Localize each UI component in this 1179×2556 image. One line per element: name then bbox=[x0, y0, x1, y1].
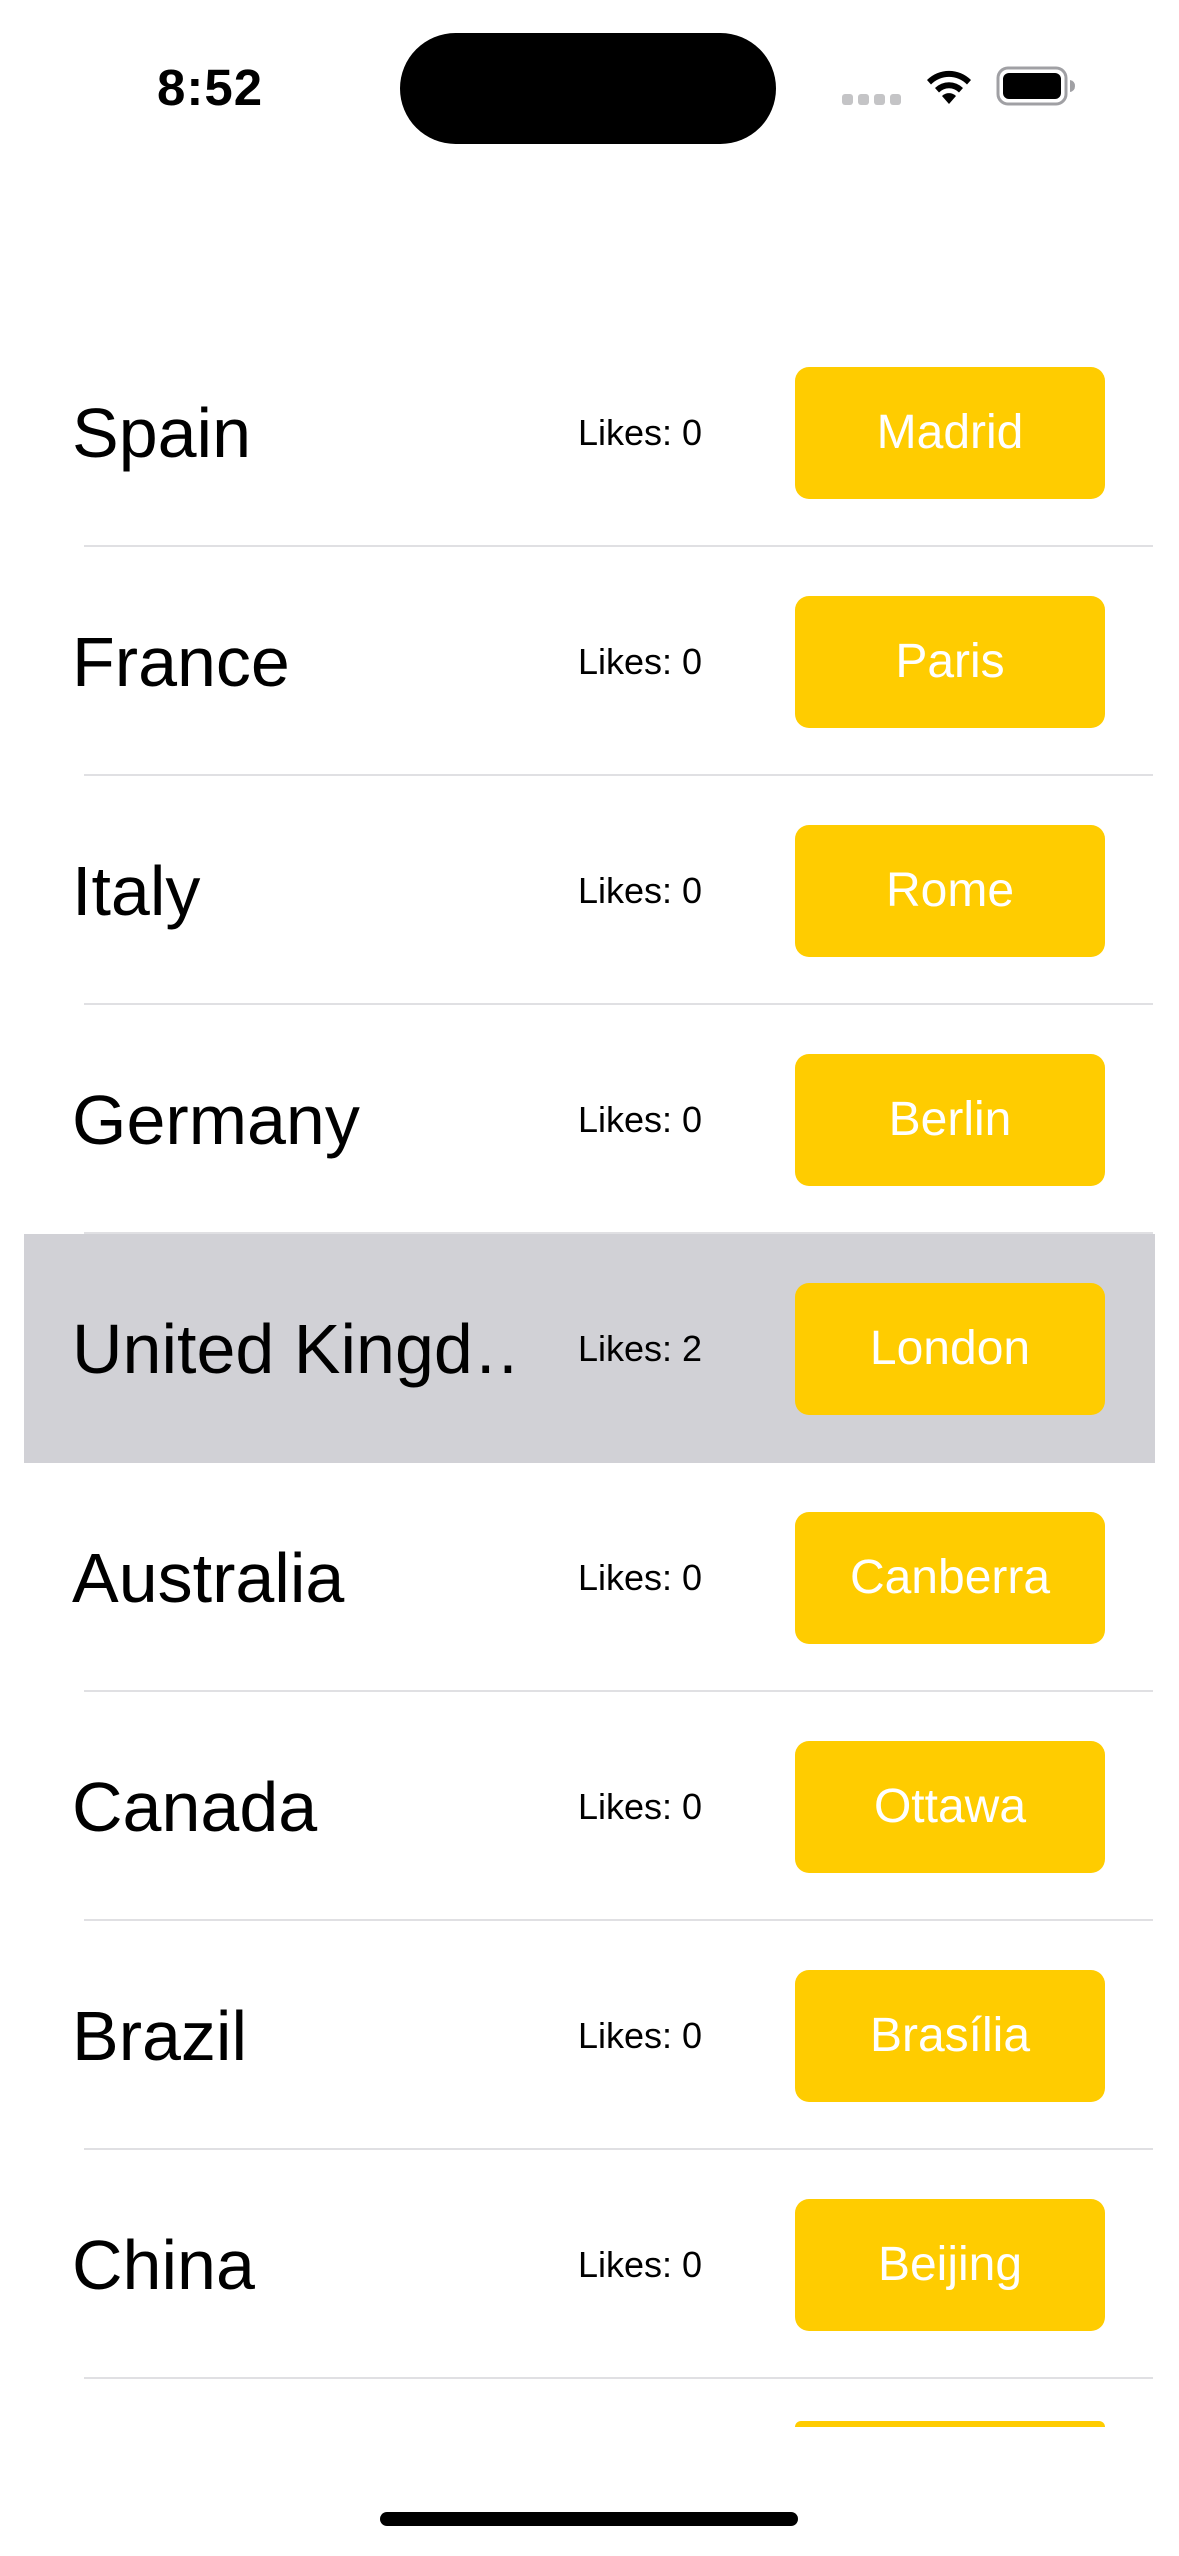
likes-count: Likes: 2 bbox=[578, 1327, 703, 1369]
likes-count: Likes: 0 bbox=[578, 640, 703, 682]
table-row[interactable]: Canada Likes: 0 Ottawa bbox=[0, 1692, 1179, 1921]
table-row[interactable]: Spain Likes: 0 Madrid bbox=[0, 318, 1179, 547]
country-name: Brazil bbox=[72, 1996, 248, 2075]
country-name: Canada bbox=[72, 1767, 318, 1846]
capital-button[interactable]: Beijing bbox=[795, 2198, 1105, 2331]
status-time: 8:52 bbox=[157, 59, 264, 116]
cellular-signal-icon bbox=[842, 94, 901, 105]
capital-button[interactable]: Ottawa bbox=[795, 1740, 1105, 1873]
likes-count: Likes: 0 bbox=[578, 1785, 703, 1827]
likes-count: Likes: 0 bbox=[578, 869, 703, 911]
wifi-icon bbox=[927, 70, 971, 104]
country-name: United Kingd… bbox=[72, 1309, 522, 1388]
likes-count: Likes: 0 bbox=[578, 411, 703, 453]
country-name: Germany bbox=[72, 1080, 360, 1159]
table-row[interactable]: Germany Likes: 0 Berlin bbox=[0, 1005, 1179, 1234]
capital-button[interactable]: Madrid bbox=[795, 366, 1105, 499]
home-indicator[interactable] bbox=[380, 2512, 798, 2526]
table-row[interactable]: China Likes: 0 Beijing bbox=[0, 2150, 1179, 2379]
capital-button[interactable]: Brasília bbox=[795, 1969, 1105, 2102]
country-name: France bbox=[72, 622, 290, 701]
country-name: Italy bbox=[72, 851, 201, 930]
row-separator bbox=[84, 2377, 1153, 2379]
capital-button[interactable]: Berlin bbox=[795, 1053, 1105, 1186]
table-row[interactable]: Australia Likes: 0 Canberra bbox=[0, 1463, 1179, 1692]
capital-button[interactable]: Paris bbox=[795, 595, 1105, 728]
likes-count: Likes: 0 bbox=[578, 2014, 703, 2056]
table-row-selected[interactable]: United Kingd… Likes: 2 London bbox=[0, 1234, 1179, 1463]
dynamic-island bbox=[400, 33, 776, 144]
capital-button-partial[interactable] bbox=[795, 2421, 1105, 2427]
country-name: China bbox=[72, 2225, 255, 2304]
country-name: Australia bbox=[72, 1538, 345, 1617]
table-row[interactable]: France Likes: 0 Paris bbox=[0, 547, 1179, 776]
likes-count: Likes: 0 bbox=[578, 1098, 703, 1140]
country-name: Spain bbox=[72, 393, 252, 472]
likes-count: Likes: 0 bbox=[578, 2243, 703, 2285]
capital-button[interactable]: London bbox=[795, 1282, 1105, 1415]
capital-button[interactable]: Rome bbox=[795, 824, 1105, 957]
table-row[interactable]: Brazil Likes: 0 Brasília bbox=[0, 1921, 1179, 2150]
battery-icon bbox=[996, 66, 1075, 106]
capital-button[interactable]: Canberra bbox=[795, 1511, 1105, 1644]
table-row[interactable]: Italy Likes: 0 Rome bbox=[0, 776, 1179, 1005]
likes-count: Likes: 0 bbox=[578, 1556, 703, 1598]
